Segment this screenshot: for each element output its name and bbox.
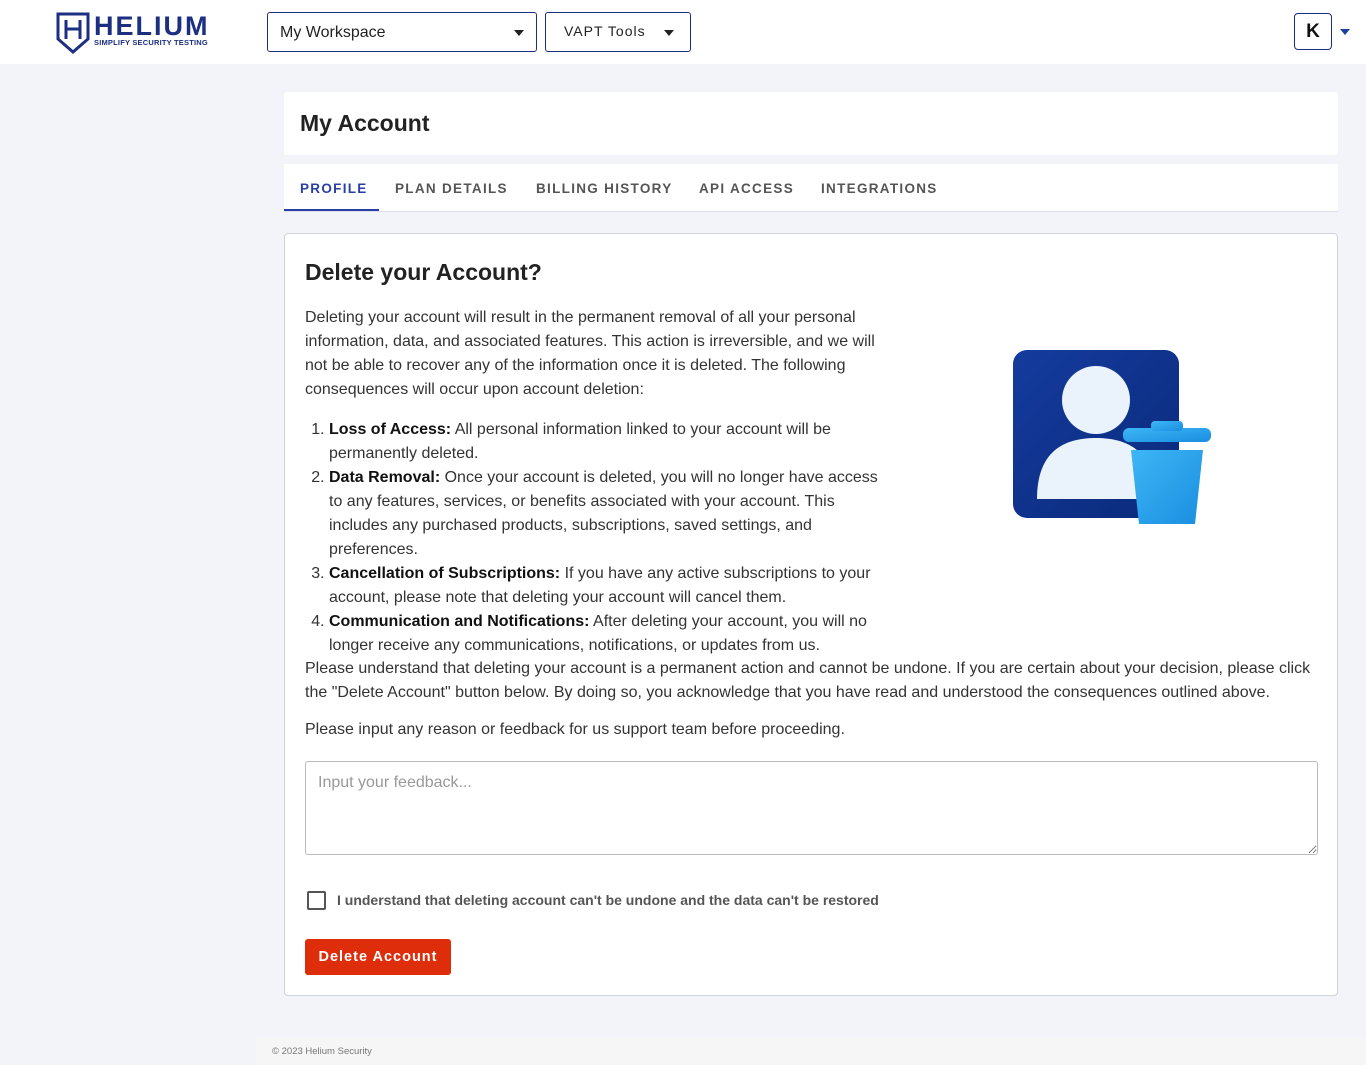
delete-user-icon (1013, 350, 1211, 524)
list-item: Cancellation of Subscriptions: If you ha… (329, 562, 895, 610)
chevron-down-icon (664, 30, 674, 36)
tab-integrations[interactable]: INTEGRATIONS (821, 181, 938, 196)
feedback-textarea[interactable] (305, 761, 1318, 855)
chevron-down-icon (514, 30, 524, 36)
tab-api-access[interactable]: API ACCESS (699, 181, 794, 196)
vapt-tools-select-value: VAPT Tools (564, 23, 646, 39)
user-avatar[interactable]: K (1294, 13, 1332, 50)
page-title: My Account (300, 110, 430, 136)
consequence-title: Loss of Access: (329, 421, 452, 438)
page-header: My Account (284, 92, 1338, 155)
confirm-checkbox-label[interactable]: I understand that deleting account can't… (337, 892, 879, 908)
consequence-title: Cancellation of Subscriptions: (329, 565, 561, 582)
consequences-list: Loss of Access: All personal information… (305, 418, 895, 658)
vapt-tools-select[interactable]: VAPT Tools (545, 12, 691, 52)
footer: © 2023 Helium Security (256, 1037, 1366, 1065)
tab-billing-history[interactable]: BILLING HISTORY (536, 181, 673, 196)
tab-plan-details[interactable]: PLAN DETAILS (395, 181, 508, 196)
helium-logo[interactable]: HELIUM SIMPLIFY SECURITY TESTING (56, 11, 226, 55)
active-tab-indicator (284, 209, 379, 211)
copyright-text: © 2023 Helium Security (272, 1046, 372, 1057)
list-item: Communication and Notifications: After d… (329, 610, 895, 658)
intro-text: Deleting your account will result in the… (305, 309, 875, 398)
account-menu-chevron-icon[interactable] (1340, 29, 1350, 35)
section-title: Delete your Account? (305, 259, 542, 285)
delete-account-button[interactable]: Delete Account (305, 939, 451, 975)
consequence-title: Communication and Notifications: (329, 613, 590, 630)
shield-logo-icon (56, 12, 90, 54)
list-item: Loss of Access: All personal information… (329, 418, 895, 466)
consequence-title: Data Removal: (329, 469, 441, 486)
tab-profile[interactable]: PROFILE (300, 181, 368, 196)
list-item: Data Removal: Once your account is delet… (329, 466, 895, 562)
top-bar: HELIUM SIMPLIFY SECURITY TESTING My Work… (0, 0, 1366, 64)
workspace-select[interactable]: My Workspace (267, 12, 537, 52)
permanent-notice: Please understand that deleting your acc… (305, 660, 1311, 701)
workspace-select-value: My Workspace (280, 24, 386, 41)
logo-tagline: SIMPLIFY SECURITY TESTING (94, 38, 208, 47)
confirm-checkbox[interactable] (307, 891, 326, 910)
delete-account-card: Delete your Account? Deleting your accou… (284, 233, 1338, 996)
feedback-prompt: Please input any reason or feedback for … (305, 721, 845, 738)
account-tabs: PROFILE PLAN DETAILS BILLING HISTORY API… (284, 164, 1338, 212)
